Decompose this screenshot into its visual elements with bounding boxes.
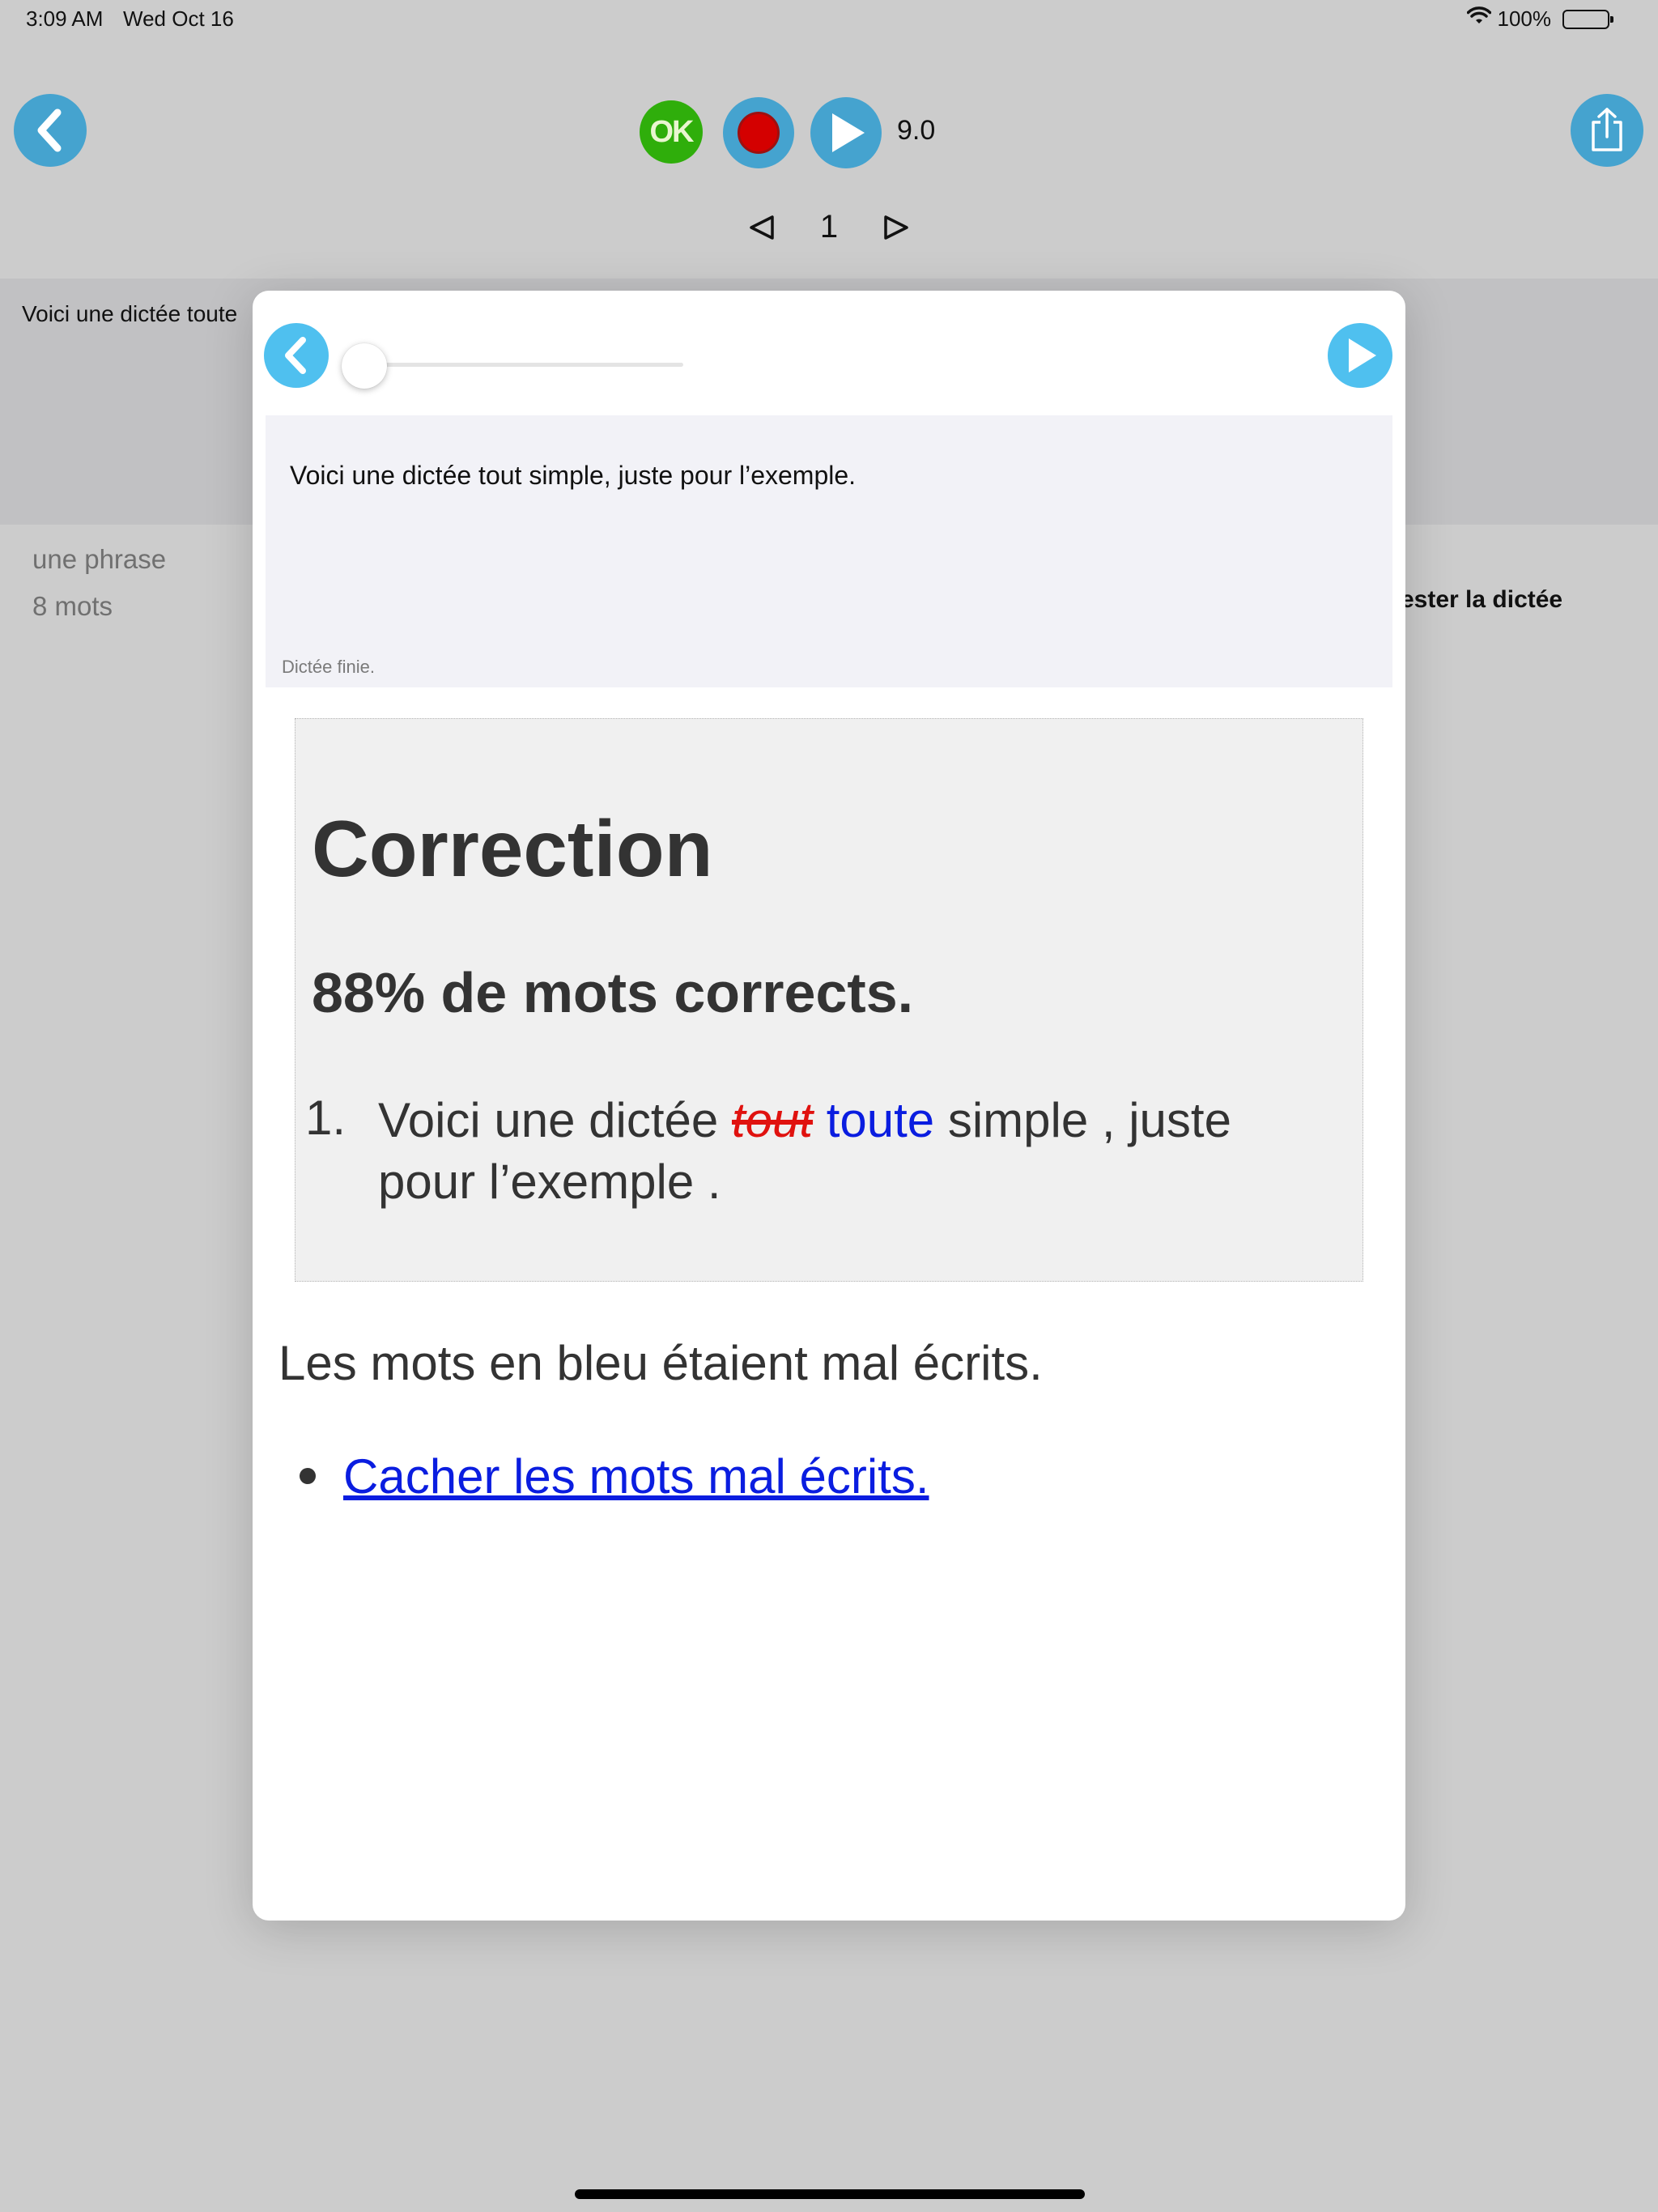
speed-value: 9.0 — [897, 115, 936, 146]
correction-modal: Voici une dictée tout simple, juste pour… — [253, 291, 1405, 1921]
dictation-text: Voici une dictée tout simple, juste pour… — [290, 461, 857, 490]
hide-misspelled-link[interactable]: Cacher les mots mal écrits. — [343, 1448, 929, 1504]
page-number: 1 — [819, 209, 839, 245]
word-count: 8 mots — [32, 591, 113, 621]
correction-score: 88% de mots corrects. — [312, 961, 914, 1024]
bullet-icon — [300, 1468, 316, 1484]
playback-slider-track[interactable] — [363, 363, 683, 367]
share-button[interactable] — [1571, 94, 1643, 167]
share-icon — [1592, 108, 1622, 151]
home-indicator[interactable] — [575, 2189, 1085, 2199]
page-navigator: 1 — [0, 209, 1658, 245]
status-indicators: 100% — [1466, 6, 1613, 32]
corrected-word: toute — [826, 1093, 935, 1147]
dictation-subtitle: une phrase — [32, 544, 167, 574]
wrong-word: tout — [731, 1093, 814, 1147]
play-icon — [832, 113, 865, 152]
sentence-before: Voici une dictée — [378, 1093, 732, 1147]
misspelled-info: Les mots en bleu étaient mal écrits. — [278, 1336, 1043, 1390]
record-button[interactable] — [723, 97, 794, 168]
next-page-button[interactable] — [878, 210, 914, 245]
prev-page-button[interactable] — [744, 210, 780, 245]
status-date: Wed Oct 16 — [123, 6, 234, 31]
status-time: 3:09 AM — [26, 6, 104, 31]
battery-percent: 100% — [1497, 6, 1552, 31]
modal-back-button[interactable] — [264, 323, 329, 388]
wifi-icon — [1466, 6, 1491, 32]
playback-slider-knob[interactable] — [342, 343, 387, 389]
record-icon — [738, 112, 780, 154]
battery-icon — [1562, 9, 1613, 29]
dictation-text-area: Voici une dictée tout simple, juste pour… — [266, 415, 1392, 687]
modal-play-button[interactable] — [1328, 323, 1392, 388]
play-button[interactable] — [810, 97, 882, 168]
ok-button[interactable]: OK — [640, 100, 703, 164]
test-dictation-button[interactable]: ester la dictée — [1401, 586, 1562, 614]
correction-item-number: 1. — [305, 1091, 346, 1145]
next-triangle-icon — [884, 215, 908, 240]
dictation-preview-text: Voici une dictée toute — [22, 301, 238, 326]
correction-sentence: Voici une dictée tout toute simple , jus… — [378, 1090, 1341, 1213]
play-icon — [1349, 338, 1376, 372]
back-chevron-icon — [285, 337, 306, 374]
correction-title: Correction — [312, 804, 713, 893]
back-button[interactable] — [14, 94, 87, 167]
correction-panel: Correction 88% de mots corrects. 1. Voic… — [295, 718, 1363, 1282]
prev-triangle-icon — [750, 215, 774, 240]
dictation-status: Dictée finie. — [282, 657, 375, 677]
back-chevron-icon — [37, 108, 62, 152]
